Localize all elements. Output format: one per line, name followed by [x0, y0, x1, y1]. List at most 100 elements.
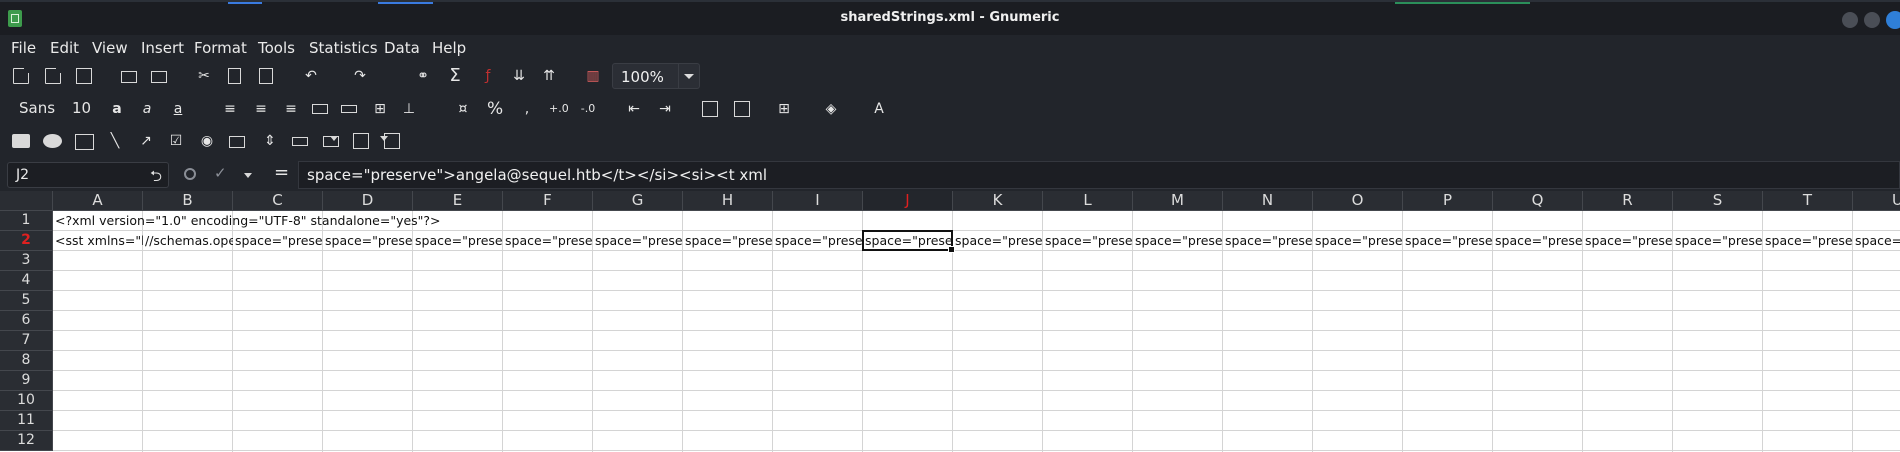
row-header-1[interactable]: 1 — [0, 211, 53, 231]
column-header-p[interactable]: P — [1403, 191, 1493, 211]
link-icon[interactable]: ⚭ — [415, 68, 431, 84]
cell-f2[interactable]: space="preser — [503, 231, 593, 251]
column-header-i[interactable]: I — [773, 191, 863, 211]
sort-descending-icon[interactable]: ⇈ — [541, 68, 557, 84]
scrollbar-icon[interactable] — [292, 137, 308, 146]
row-header-4[interactable]: 4 — [0, 271, 53, 291]
maximize-button[interactable] — [1864, 12, 1880, 28]
align-right-icon[interactable]: ≡ — [283, 101, 299, 117]
ellipse-icon[interactable] — [43, 134, 62, 148]
column-header-o[interactable]: O — [1313, 191, 1403, 211]
checkbox-icon[interactable]: ☑ — [168, 133, 184, 149]
save-icon[interactable] — [76, 68, 92, 84]
copy-icon[interactable] — [228, 68, 241, 84]
combo-box-icon[interactable] — [384, 133, 400, 149]
cell-k2[interactable]: space="preser — [953, 231, 1043, 251]
spreadsheet-grid[interactable]: <?xml version="1.0" encoding="UTF-8" sta… — [0, 191, 1900, 452]
row-header-6[interactable]: 6 — [0, 311, 53, 331]
cell-t2[interactable]: space="preser — [1763, 231, 1853, 251]
menu-help[interactable]: Help — [432, 39, 466, 57]
radio-button-icon[interactable]: ◉ — [199, 133, 215, 149]
cell-e2[interactable]: space="preser — [413, 231, 503, 251]
font-name-select[interactable]: Sans — [19, 99, 55, 117]
redo-icon[interactable]: ↷ — [352, 68, 368, 84]
column-header-m[interactable]: M — [1133, 191, 1223, 211]
cancel-edit-icon[interactable] — [184, 168, 196, 180]
print-preview-icon[interactable] — [151, 71, 167, 83]
cell-area[interactable]: <?xml version="1.0" encoding="UTF-8" sta… — [53, 211, 1900, 452]
cell-d2[interactable]: space="preser — [323, 231, 413, 251]
menu-file[interactable]: File — [11, 39, 36, 57]
accept-edit-icon[interactable]: ✓ — [214, 164, 227, 182]
unmerge-cells-icon[interactable] — [341, 105, 357, 113]
column-header-a[interactable]: A — [53, 191, 143, 211]
formula-input[interactable]: space="preserve">angela@sequel.htb</t></… — [298, 161, 1900, 189]
cell-g2[interactable]: space="preser — [593, 231, 683, 251]
row-header-7[interactable]: 7 — [0, 331, 53, 351]
menu-data[interactable]: Data — [384, 39, 420, 57]
zoom-chevron-down-icon[interactable] — [678, 64, 699, 88]
merge-cells-icon[interactable] — [312, 104, 328, 114]
increase-indent-icon[interactable]: ⇥ — [657, 101, 673, 117]
cell-h2[interactable]: space="preser — [683, 231, 773, 251]
active-cell-cursor[interactable] — [862, 230, 955, 253]
sum-icon[interactable]: Σ — [447, 67, 463, 85]
spin-button-icon[interactable]: ⇕ — [262, 133, 278, 149]
list-icon[interactable] — [353, 133, 369, 149]
cell-i2[interactable]: space="preser — [773, 231, 863, 251]
cell-c2[interactable]: space="preser — [233, 231, 323, 251]
column-header-s[interactable]: S — [1673, 191, 1763, 211]
row-header-8[interactable]: 8 — [0, 351, 53, 371]
column-header-r[interactable]: R — [1583, 191, 1673, 211]
column-header-g[interactable]: G — [593, 191, 683, 211]
arrow-icon[interactable]: ↗ — [138, 133, 154, 149]
frame-icon[interactable] — [75, 134, 94, 150]
increase-decimals-icon[interactable]: +.0 — [549, 101, 569, 117]
sort-ascending-icon[interactable]: ⇊ — [511, 68, 527, 84]
column-header-q[interactable]: Q — [1493, 191, 1583, 211]
print-icon[interactable] — [121, 71, 137, 83]
font-size-select[interactable]: 10 — [72, 99, 91, 117]
menu-view[interactable]: View — [92, 39, 128, 57]
minimize-button[interactable] — [1842, 12, 1858, 28]
menu-insert[interactable]: Insert — [141, 39, 184, 57]
row-header-10[interactable]: 10 — [0, 391, 53, 411]
column-header-n[interactable]: N — [1223, 191, 1313, 211]
cell-l2[interactable]: space="preser — [1043, 231, 1133, 251]
background-color-icon[interactable]: ◈ — [823, 101, 839, 117]
subscript-icon[interactable] — [734, 101, 750, 117]
font-color-icon[interactable]: A — [871, 101, 887, 117]
row-header-2[interactable]: 2 — [0, 231, 53, 251]
borders-icon[interactable]: ⊞ — [776, 101, 792, 117]
menu-format[interactable]: Format — [194, 39, 247, 57]
split-cells-icon[interactable]: ⊞ — [372, 101, 388, 117]
bold-icon[interactable]: a — [109, 101, 125, 117]
slider-icon[interactable] — [323, 136, 339, 147]
decrease-indent-icon[interactable]: ⇤ — [626, 101, 642, 117]
cell-p2[interactable]: space="preser — [1403, 231, 1493, 251]
goto-icon[interactable]: ⮌ — [150, 166, 162, 191]
row-header-12[interactable]: 12 — [0, 431, 53, 451]
cell-m2[interactable]: space="preser — [1133, 231, 1223, 251]
row-header-9[interactable]: 9 — [0, 371, 53, 391]
close-button[interactable] — [1886, 11, 1900, 29]
column-header-d[interactable]: D — [323, 191, 413, 211]
column-header-c[interactable]: C — [233, 191, 323, 211]
percent-format-icon[interactable]: % — [487, 101, 503, 118]
cell-name-box[interactable]: J2 ⮌ — [7, 162, 169, 188]
new-document-icon[interactable] — [13, 68, 29, 84]
equals-icon[interactable]: = — [274, 162, 289, 183]
function-icon[interactable]: ƒ — [480, 68, 496, 84]
rectangle-icon[interactable] — [12, 134, 30, 148]
cut-icon[interactable]: ✂ — [196, 68, 212, 84]
align-center-icon[interactable]: ≡ — [253, 101, 269, 117]
chart-icon[interactable]: ▥ — [585, 68, 601, 84]
zoom-select[interactable]: 100% — [612, 63, 700, 89]
cell-u2[interactable]: space=" — [1853, 231, 1900, 251]
function-wizard-chevron-down-icon[interactable] — [244, 173, 252, 178]
line-icon[interactable]: ╲ — [107, 133, 123, 149]
cell-o2[interactable]: space="preser — [1313, 231, 1403, 251]
cell-a2[interactable]: <sst xmlns="h — [53, 231, 143, 251]
superscript-icon[interactable] — [702, 101, 718, 117]
column-header-j[interactable]: J — [863, 191, 953, 211]
